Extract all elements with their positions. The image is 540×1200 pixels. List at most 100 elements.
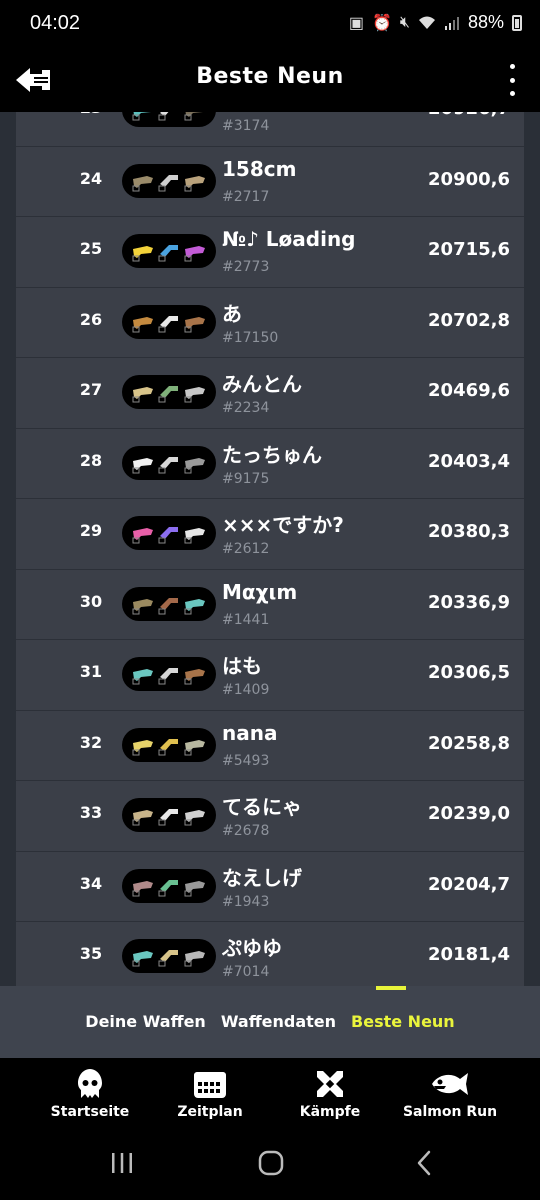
player-name: Mαχιm [222, 579, 298, 604]
leaderboard-row[interactable]: 29 ×××ですか? #2612 20380,3 [16, 499, 524, 570]
power-score: 20715,6 [428, 239, 510, 260]
weapon-icon [184, 246, 205, 262]
weapon-loadout [122, 375, 216, 409]
weapon-icon [158, 879, 178, 896]
power-score: 20403,4 [428, 450, 510, 472]
leaderboard-row[interactable]: 33 てるにゃ #2678 20239,0 [16, 781, 524, 852]
rank-number: 34 [79, 873, 103, 893]
weapon-icon [184, 739, 205, 755]
home-icon [258, 1150, 284, 1176]
rank-number: 25 [79, 239, 103, 258]
weapon-icon [132, 669, 153, 685]
nav-startseite[interactable]: Startseite [30, 1068, 150, 1120]
weapon-icon [158, 950, 178, 967]
weapon-icon [158, 315, 178, 332]
system-back-button[interactable] [412, 1148, 436, 1178]
app-header: Beste Neun [0, 50, 540, 112]
nav-label: Zeitplan [177, 1104, 243, 1120]
mute-icon: 🔇︎ [399, 13, 410, 31]
player-id: #9175 [222, 470, 270, 487]
tab-waffendaten[interactable]: Waffendaten [221, 1012, 336, 1031]
leaderboard-scroll[interactable]: 23 ｴﾞｽﾊﾟﾊﾞﾓ #3174 20926,7 24 158cm #2717 20900,… [0, 112, 540, 986]
status-bar: 04:02 ▣ ⏰ 🔇︎ 88% [0, 0, 540, 50]
power-score: 20336,9 [428, 591, 510, 613]
weapon-loadout [122, 163, 216, 198]
player-name: てるにゃ [222, 795, 302, 819]
weapon-icon [158, 174, 178, 191]
player-id: #2612 [222, 541, 270, 557]
weapon-icon [132, 739, 153, 755]
leaderboard-row[interactable]: 35 ぷゆゆ #7014 20181,4 [16, 922, 524, 986]
power-score: 20306,5 [428, 662, 510, 683]
weapon-icon [184, 112, 203, 121]
weapon-icon [184, 951, 205, 967]
power-score: 20258,8 [428, 732, 510, 754]
nav-zeitplan[interactable]: Zeitplan [150, 1068, 270, 1120]
weapon-icon [184, 598, 205, 614]
battery-icon [512, 14, 522, 31]
status-icons: ▣ ⏰ 🔇︎ 88% [349, 12, 522, 33]
player-id: #17150 [222, 329, 279, 346]
player-name: nana [222, 720, 278, 745]
leaderboard-row[interactable]: 24 158cm #2717 20900,6 [16, 146, 524, 217]
player-id: #2717 [222, 188, 270, 205]
alarm-icon: ⏰ [371, 14, 392, 32]
signal-icon [444, 16, 459, 30]
player-name: あ [222, 301, 242, 326]
weapon-loadout [122, 112, 216, 127]
weapon-loadout [122, 445, 216, 480]
system-nav-bar [0, 1128, 540, 1200]
weapon-icon [132, 175, 153, 191]
player-id: #1943 [222, 893, 270, 910]
home-button[interactable] [256, 1148, 286, 1178]
recents-button[interactable] [108, 1148, 136, 1178]
rank-number: 26 [79, 309, 103, 329]
player-name: 158cm [222, 156, 297, 181]
tab-beste-neun[interactable]: Beste Neun [351, 1012, 455, 1031]
weapon-loadout [122, 868, 216, 903]
status-time: 04:02 [30, 12, 81, 34]
power-score: 20469,6 [428, 380, 510, 401]
leaderboard-row[interactable]: 26 あ #17150 20702,8 [16, 287, 524, 358]
weapon-icon [158, 738, 178, 755]
weapon-icon [158, 527, 178, 544]
weapon-icon [158, 668, 178, 685]
player-name: №♪ Løading [222, 227, 356, 251]
active-tab-indicator [376, 986, 406, 990]
leaderboard-row[interactable]: 27 みんとん #2234 20469,6 [16, 358, 524, 429]
rank-number: 32 [79, 732, 103, 752]
leaderboard-row[interactable]: 34 なえしげ #1943 20204,7 [16, 851, 524, 922]
player-name: ｴﾞｽﾊﾟﾊﾞﾓ [222, 112, 302, 115]
rank-number: 29 [79, 521, 103, 540]
player-name: たっちゅん [222, 442, 322, 467]
leaderboard-row[interactable]: 30 Mαχιm #1441 20336,9 [16, 569, 524, 640]
leaderboard-row[interactable]: 23 ｴﾞｽﾊﾟﾊﾞﾓ #3174 20926,7 [16, 112, 524, 147]
weapon-loadout [122, 939, 216, 973]
player-id: #1409 [222, 682, 270, 698]
leaderboard-row[interactable]: 31 はも #1409 20306,5 [16, 640, 524, 711]
leaderboard-list: 23 ｴﾞｽﾊﾟﾊﾞﾓ #3174 20926,7 24 158cm #2717 20900,… [16, 112, 524, 986]
leaderboard-row[interactable]: 28 たっちゅん #9175 20403,4 [16, 428, 524, 499]
rank-number: 35 [79, 944, 103, 963]
player-name: みんとん [222, 372, 302, 396]
weapon-icon [184, 457, 205, 473]
nav-label: Salmon Run [402, 1104, 498, 1120]
weapon-icon [132, 316, 153, 332]
nav-salmon-run[interactable]: Salmon Run [390, 1068, 510, 1120]
more-options-button[interactable] [504, 60, 520, 100]
bottom-nav: Startseite Zeitplan Kämpfe Salmon Run [0, 1058, 540, 1128]
tab-deine-waffen[interactable]: Deine Waffen [85, 1012, 206, 1031]
weapon-icon [158, 456, 178, 473]
weapon-loadout [122, 798, 216, 832]
leaderboard-row[interactable]: 25 №♪ Løading #2773 20715,6 [16, 217, 524, 288]
leaderboard-row[interactable]: 32 nana #5493 20258,8 [16, 710, 524, 781]
weapon-icon [132, 112, 151, 121]
weapon-icon [132, 951, 153, 967]
weapon-icon [184, 528, 205, 544]
player-id: #2234 [222, 400, 270, 416]
weapon-loadout [122, 516, 216, 550]
player-id: #7014 [222, 964, 270, 980]
weapon-icon [132, 246, 153, 262]
nav-kaempfe[interactable]: Kämpfe [270, 1068, 390, 1120]
player-id: #2773 [222, 259, 270, 275]
